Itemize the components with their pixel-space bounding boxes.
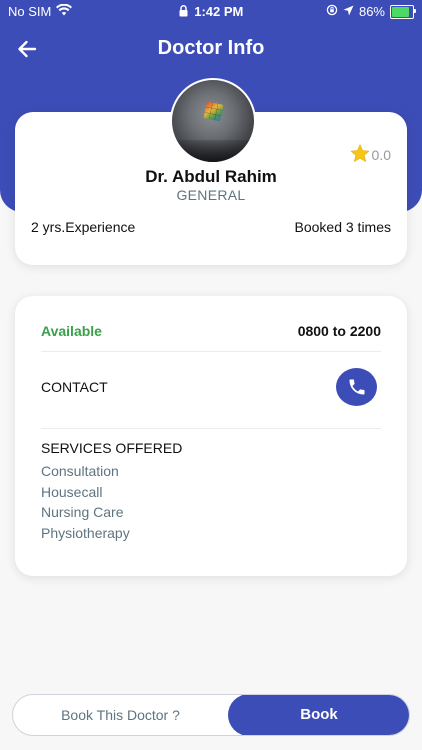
doctor-avatar	[170, 78, 256, 164]
doctor-name: Dr. Abdul Rahim	[145, 167, 277, 186]
divider	[41, 351, 381, 352]
services-list: Consultation Housecall Nursing Care Phys…	[41, 461, 130, 543]
page-title: Doctor Info	[157, 37, 265, 59]
status-bar: No SIM 1:42 PM 86%	[0, 0, 422, 24]
booked-count-label: Booked 3 times	[294, 219, 392, 235]
star-icon	[349, 144, 370, 166]
orientation-lock-icon	[326, 4, 338, 19]
service-item: Housecall	[41, 483, 103, 500]
call-button[interactable]	[336, 368, 377, 406]
rating-value: 0.0	[371, 147, 391, 163]
lock-icon	[179, 5, 188, 20]
service-item: Nursing Care	[41, 504, 124, 520]
location-arrow-icon	[343, 4, 354, 19]
avatar-photo-subject	[203, 101, 224, 122]
phone-icon	[349, 379, 364, 395]
rating: 0.0	[349, 144, 391, 166]
battery-percent: 86%	[358, 4, 385, 19]
avatar-photo-background	[172, 140, 254, 162]
battery-level	[392, 6, 410, 17]
book-this-doctor-prompt[interactable]: Book This Doctor ?	[13, 695, 228, 735]
book-button[interactable]: Book	[228, 695, 409, 735]
doctor-info-screen: No SIM 1:42 PM 86% Doctor Info 0.0 Dr. A…	[0, 0, 422, 750]
availability-hours: 0800 to 2200	[297, 323, 381, 339]
battery-charging-icon	[390, 4, 416, 19]
services-title: SERVICES OFFERED	[41, 440, 183, 456]
status-time: 1:42 PM	[194, 4, 244, 19]
booking-bar: Book This Doctor ? Book	[12, 694, 410, 736]
experience-label: 2 yrs.Experience	[31, 219, 136, 235]
divider	[41, 428, 381, 429]
doctor-details-card: Available 0800 to 2200 CONTACT SERVICES …	[15, 296, 407, 576]
service-item: Physiotherapy	[41, 524, 130, 541]
doctor-department: GENERAL	[176, 187, 246, 203]
service-item: Consultation	[41, 463, 119, 479]
status-right: 86%	[326, 4, 416, 19]
availability-status: Available	[41, 323, 102, 339]
contact-label: CONTACT	[41, 379, 108, 395]
